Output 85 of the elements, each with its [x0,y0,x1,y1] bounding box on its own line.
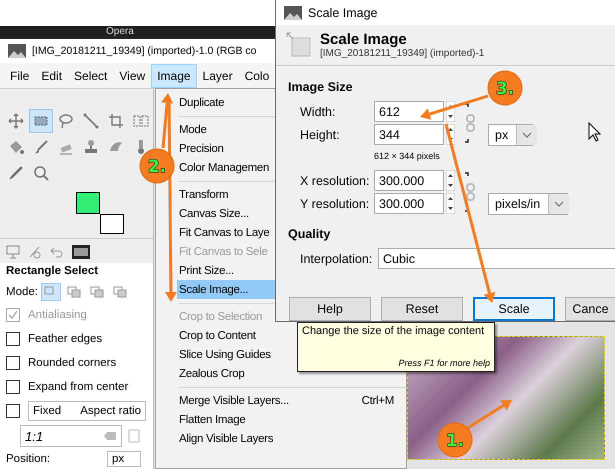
stamp-icon [82,138,100,156]
dialog-button[interactable]: Scale [473,297,555,321]
intersecting-squares-icon [112,286,127,298]
dialog-title: Scale Image [308,6,378,20]
checkbox[interactable] [6,404,20,418]
checkbox-label: Feather edges [28,333,102,345]
eyedropper-icon [7,164,25,182]
ratio-field[interactable]: 1:1 [20,425,122,447]
field-label: Height: [300,128,341,142]
magnifier-icon [32,164,50,182]
dialog-button[interactable]: Cance [565,297,615,321]
menu-item[interactable]: Align Visible Layers [177,429,406,448]
section-heading: Image Size [288,80,353,94]
menu-item[interactable]: Merge Visible Layers... Ctrl+M [177,391,406,410]
move-icon [7,112,25,130]
menu-item[interactable]: Select [68,64,114,88]
menu-item[interactable]: Image [151,64,197,88]
dialog-button[interactable]: Help [289,297,371,321]
caret-icon [516,124,538,145]
browser-title: Opera [106,26,134,38]
height-field[interactable]: 344 [374,124,444,146]
tool-options-title: Rectangle Select [6,265,100,279]
arrow [465,400,512,430]
arrow [420,94,488,120]
image-thumbnail-icon[interactable] [72,245,90,259]
caret-icon [548,194,570,214]
overlapping-squares-icon [90,286,104,298]
checkbox[interactable] [6,332,20,346]
fixed-dropdown[interactable]: Fixed Aspect ratio [28,401,146,421]
chain-link-icon[interactable] [464,102,478,144]
field-label: X resolution: [300,174,370,188]
lasso-icon [57,112,75,130]
menu-item[interactable]: Colo [238,64,276,88]
resolution-unit-dropdown[interactable]: pixels/in [488,192,568,215]
mouse-pointer-icon [588,122,601,142]
y-resolution-field[interactable]: 300.000 [374,193,444,214]
dialog-subtitle: [IMG_20181211_19349] (imported)-1 [320,48,484,59]
resize-icon [286,32,312,58]
spin-arrows-icon[interactable] [446,193,455,214]
menu-item[interactable]: Edit [35,64,68,88]
shortcut-label: Ctrl+M [362,394,394,406]
chain-link-icon[interactable] [464,171,478,214]
step-badge: 3. [488,70,522,106]
checkbox-label: Antialiasing [28,309,87,321]
step-badge: 1. [438,422,472,458]
foreground-color-swatch[interactable] [76,192,100,214]
undo-icon[interactable] [50,245,64,259]
brush-icon [32,138,50,156]
x-resolution-field[interactable]: 300.000 [374,170,444,192]
interpolation-dropdown[interactable]: Cubic [378,248,615,270]
menu-item[interactable]: Flatten Image [177,410,406,429]
menu-item[interactable]: View [113,64,152,88]
window-title: [IMG_20181211_19349] (imported)-1.0 (RGB co [32,45,257,57]
gauge-icon[interactable] [28,245,42,259]
position-label: Position: [6,453,50,465]
tool-button[interactable] [29,109,53,133]
spin-arrows-icon[interactable] [446,170,455,192]
two-squares-icon [66,286,81,298]
field-label: Interpolation: [300,252,374,266]
step-badge: 2. [140,148,174,184]
image-thumbnail-icon [284,6,302,20]
menu-item[interactable]: Layer [196,64,239,88]
bucket-icon [7,138,25,156]
tooltip-text: Change the size of the image content [302,325,486,337]
dialog-heading: Scale Image [320,31,408,48]
checkbox-label: Rounded corners [28,357,116,369]
pixel-size-caption: 612 × 344 pixels [374,150,441,163]
menu-item[interactable]: File [4,64,36,88]
width-field[interactable]: 612 [374,101,444,122]
selection-mode-button[interactable] [40,283,61,301]
monitor-icon[interactable] [6,245,20,259]
dialog-button[interactable]: Reset [381,297,463,321]
crop-icon [107,112,125,130]
field-label: Width: [300,104,336,119]
section-heading: Quality [288,227,330,242]
background-color-swatch[interactable] [100,214,124,234]
checkbox-label: Expand from center [28,381,128,393]
line-icon [82,112,100,130]
mode-label: Mode: [6,286,38,298]
checkbox[interactable] [6,380,20,394]
field-label: Y resolution: [300,196,370,211]
image-thumbnail-icon [8,44,26,58]
tooltip-hint: Press F1 for more help [398,358,490,368]
unit-field[interactable]: px [107,451,141,467]
checkbox[interactable] [6,356,20,370]
